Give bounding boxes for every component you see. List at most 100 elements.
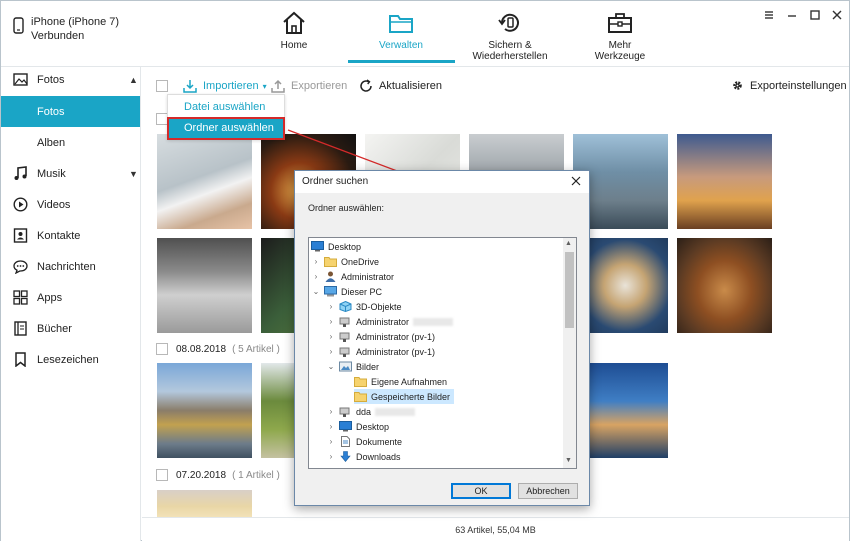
document-icon (341, 436, 350, 447)
sidebar-item-label: Lesezeichen (37, 353, 99, 366)
scroll-up-icon[interactable]: ▲ (565, 240, 572, 247)
tree-item-desktop[interactable]: Desktop (311, 239, 361, 254)
pictures-folder-icon (339, 361, 352, 372)
download-arrow-icon (340, 451, 351, 462)
tree-item-camera-roll[interactable]: Eigene Aufnahmen (354, 374, 447, 389)
dialog-prompt: Ordner auswählen: (308, 203, 385, 213)
sidebar-item-books[interactable]: Bücher (1, 313, 140, 344)
music-note-icon (14, 166, 27, 180)
tree-item-network-drive[interactable]: › Administrator (pv-1) (326, 329, 435, 344)
chevron-right-icon[interactable]: › (326, 317, 336, 326)
tree-item-label: OneDrive (341, 256, 380, 267)
sidebar-item-music[interactable]: Musik ▼ (1, 158, 140, 189)
device-status: Verbunden (31, 30, 85, 42)
scrollbar-thumb[interactable] (565, 252, 574, 328)
chevron-right-icon[interactable]: › (326, 407, 336, 416)
active-tab-indicator (348, 60, 455, 63)
tree-item-3d-objects[interactable]: › 3D-Objekte (326, 299, 402, 314)
sidebar-item-label: Apps (37, 291, 63, 304)
sidebar-item-albums[interactable]: Alben (1, 127, 140, 158)
folder-icon (354, 392, 367, 402)
tree-item-saved-pictures[interactable]: Gespeicherte Bilder (354, 389, 455, 404)
cancel-button[interactable]: Abbrechen (518, 483, 578, 499)
tree-item-network-drive[interactable]: › Administrator (pv-1) (326, 344, 435, 359)
photo-thumbnail[interactable] (677, 134, 772, 229)
photo-thumbnail[interactable] (157, 490, 252, 517)
menu-item-select-file[interactable]: Datei auswählen (168, 97, 284, 118)
select-all-checkbox[interactable] (156, 80, 168, 92)
import-button[interactable]: Importieren ▾ (183, 79, 267, 93)
tree-item-documents[interactable]: › Dokumente (326, 434, 402, 449)
chevron-right-icon[interactable]: › (311, 272, 321, 281)
sidebar-item-apps[interactable]: Apps (1, 282, 140, 313)
chevron-down-icon[interactable]: ⌄ (311, 287, 321, 296)
sidebar-item-messages[interactable]: Nachrichten (1, 251, 140, 282)
export-settings-button[interactable]: Exporteinstellungen (731, 79, 847, 92)
restore-icon (498, 13, 519, 32)
tab-home[interactable]: Home (273, 11, 315, 51)
maximize-icon[interactable] (809, 9, 821, 23)
tree-item-this-pc[interactable]: ⌄ Dieser PC (311, 284, 382, 299)
desktop-icon (311, 241, 324, 252)
close-icon[interactable] (831, 9, 843, 23)
tree-item-network-drive[interactable]: › dda (326, 404, 416, 419)
tree-item-onedrive[interactable]: › OneDrive (311, 254, 379, 269)
tree-item-network-drive[interactable]: › Administrator (326, 314, 454, 329)
sidebar-item-bookmarks[interactable]: Lesezeichen (1, 344, 140, 375)
chevron-down-icon[interactable]: ⌄ (326, 362, 336, 371)
chevron-right-icon[interactable]: › (326, 347, 336, 356)
tree-item-label: Administrator (pv-1) (356, 331, 436, 342)
network-drive-icon (339, 407, 350, 417)
dialog-close-icon[interactable] (571, 174, 581, 189)
tree-item-label: Desktop (328, 241, 362, 252)
tab-manage[interactable]: Verwalten (377, 11, 425, 51)
tab-backup-restore[interactable]: Sichern & Wiederherstellen (453, 11, 567, 62)
sidebar: Fotos ▲ Fotos Alben Musik ▼ Videos Konta… (1, 67, 141, 541)
group-header: 08.08.2018 ( 5 Artikel ) (156, 343, 280, 355)
photo-thumbnail[interactable] (157, 238, 252, 333)
scroll-down-icon[interactable]: ▼ (565, 457, 572, 464)
refresh-button[interactable]: Aktualisieren (359, 79, 442, 93)
tab-more-tools[interactable]: Mehr Werkzeuge (583, 11, 657, 62)
menu-item-select-folder[interactable]: Ordner auswählen (167, 117, 285, 140)
photo-thumbnail[interactable] (677, 238, 772, 333)
sidebar-item-photos[interactable]: Fotos ▲ (1, 64, 140, 95)
chevron-right-icon[interactable]: › (326, 332, 336, 341)
group-count: ( 5 Artikel ) (232, 343, 280, 355)
ok-button[interactable]: OK (451, 483, 511, 499)
toolbox-icon (608, 13, 632, 33)
sidebar-item-contacts[interactable]: Kontakte (1, 220, 140, 251)
cube-icon (339, 301, 352, 312)
network-drive-icon (339, 332, 350, 342)
folder-tree[interactable]: Desktop › OneDrive › Administrator ⌄ Die… (308, 237, 577, 469)
sidebar-item-videos[interactable]: Videos (1, 189, 140, 220)
tree-item-label: Dokumente (356, 436, 403, 447)
tree-item-downloads[interactable]: › Downloads (326, 449, 401, 464)
tab-backup-restore-label: Sichern & Wiederherstellen (472, 40, 548, 62)
sidebar-item-label: Musik (37, 167, 66, 180)
chevron-right-icon[interactable]: › (311, 257, 321, 266)
export-button[interactable]: Exportieren (271, 79, 347, 93)
tree-scrollbar[interactable]: ▲ ▼ (563, 238, 576, 468)
folder-icon (324, 257, 337, 267)
photo-thumbnail[interactable] (157, 134, 252, 229)
minimize-icon[interactable] (786, 9, 798, 23)
sidebar-item-label: Nachrichten (37, 260, 96, 273)
folder-icon (354, 377, 367, 387)
tab-home-label: Home (280, 40, 308, 51)
chevron-right-icon[interactable]: › (326, 302, 336, 311)
tree-item-desktop[interactable]: › Desktop (326, 419, 389, 434)
chevron-right-icon[interactable]: › (326, 437, 336, 446)
tree-item-administrator[interactable]: › Administrator (311, 269, 394, 284)
group-checkbox[interactable] (156, 469, 168, 481)
chevron-right-icon[interactable]: › (326, 422, 336, 431)
photo-thumbnail[interactable] (157, 363, 252, 458)
chevron-right-icon[interactable]: › (326, 452, 336, 461)
menu-icon[interactable] (763, 9, 775, 23)
device-name: iPhone (iPhone 7) (31, 16, 120, 28)
sidebar-item-photos-sub[interactable]: Fotos (1, 96, 140, 127)
group-checkbox[interactable] (156, 343, 168, 355)
phone-icon (13, 17, 24, 34)
tree-item-pictures[interactable]: ⌄ Bilder (326, 359, 379, 374)
gear-icon (733, 81, 742, 90)
